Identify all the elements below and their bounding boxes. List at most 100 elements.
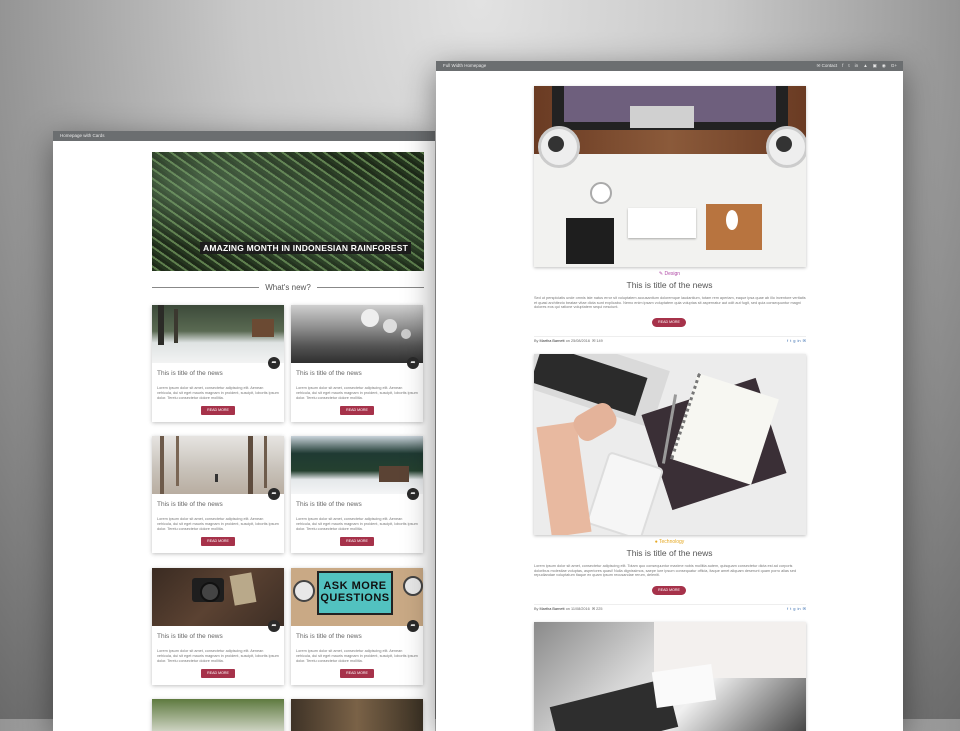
instagram-icon[interactable]: ▣	[873, 61, 877, 71]
read-more-button[interactable]: READ MORE	[340, 669, 374, 678]
topbar-links: ✉ Contact f t in ▲ ▣ ◉ G+	[817, 61, 897, 71]
twitter-icon[interactable]: t	[848, 61, 849, 71]
hero-banner[interactable]: AMAZING MONTH IN INDONESIAN RAINFOREST	[152, 152, 424, 271]
card-title[interactable]: This is title of the news	[296, 633, 423, 640]
homepage-cards-window: Homepage with Cards AMAZING MONTH IN IND…	[53, 131, 435, 731]
card-image[interactable]: ➦	[291, 436, 423, 500]
contact-link-label[interactable]: Contact	[822, 63, 838, 68]
card-text: Lorem ipsum dolor sit amet, consectetur …	[296, 386, 418, 400]
post-meta: By Martha Barnett on 11/08/2016 ✉ 225 f …	[534, 604, 806, 613]
card-image[interactable]	[291, 699, 423, 731]
twitter-icon[interactable]: t	[790, 337, 791, 345]
divider	[316, 286, 425, 288]
share-icon[interactable]: ➦	[407, 620, 419, 632]
card-title[interactable]: This is title of the news	[157, 633, 284, 640]
news-card[interactable]: ➦ This is title of the news Lorem ipsum …	[152, 436, 284, 553]
linkedin-icon[interactable]: in	[798, 605, 801, 613]
twitter-icon[interactable]: t	[790, 605, 791, 613]
card-image[interactable]: ➦	[152, 305, 284, 369]
card-text: Lorem ipsum dolor sit amet, consectetur …	[157, 386, 279, 400]
news-card[interactable]: ➦ This is title of the news Lorem ipsum …	[152, 305, 284, 422]
read-more-button[interactable]: READ MORE	[201, 406, 235, 415]
share-icon[interactable]: ➦	[407, 357, 419, 369]
card-title[interactable]: This is title of the news	[296, 370, 423, 377]
post-image[interactable]	[534, 86, 806, 267]
linkedin-icon[interactable]: in	[855, 61, 859, 71]
news-card[interactable]: ➦ This is title of the news Lorem ipsum …	[291, 436, 423, 553]
email-icon[interactable]: ✉	[803, 337, 806, 345]
facebook-icon[interactable]: f	[842, 61, 843, 71]
post-image[interactable]	[534, 354, 806, 535]
read-more-button[interactable]: READ MORE	[201, 669, 235, 678]
share-links: f t g in ✉	[787, 337, 806, 345]
card-image[interactable]: ➦	[152, 436, 284, 500]
post-image[interactable]	[534, 622, 806, 731]
post-date: 25/08/2016	[570, 339, 590, 343]
read-more-button[interactable]: READ MORE	[340, 406, 374, 415]
news-card[interactable]: ➦ This is title of the news Lorem ipsum …	[291, 305, 423, 422]
share-icon[interactable]: ➦	[268, 488, 280, 500]
card-image[interactable]	[152, 699, 284, 731]
card-image[interactable]: ➦	[291, 305, 423, 369]
comment-count[interactable]: 225	[596, 607, 602, 611]
read-more-button[interactable]: READ MORE	[652, 586, 686, 595]
post-date: 11/08/2016	[570, 607, 590, 611]
comments-icon: ✉	[592, 339, 596, 343]
google-plus-icon[interactable]: g	[793, 605, 795, 613]
google-plus-icon[interactable]: G+	[891, 61, 897, 71]
hero-caption: AMAZING MONTH IN INDONESIAN RAINFOREST	[200, 242, 411, 254]
share-icon[interactable]: ➦	[268, 620, 280, 632]
share-links: f t g in ✉	[787, 605, 806, 613]
post-date-prefix: on	[565, 339, 570, 343]
post-author[interactable]: Martha Barnett	[540, 607, 565, 611]
post-category[interactable]: ✎ Design	[436, 271, 903, 277]
card-title[interactable]: This is title of the news	[157, 501, 284, 508]
card-text: Lorem ipsum dolor sit amet, consectetur …	[296, 517, 418, 531]
contact-link[interactable]: ✉ Contact	[817, 61, 838, 71]
post-author-prefix: By	[534, 339, 539, 343]
linkedin-icon[interactable]: in	[798, 337, 801, 345]
news-card[interactable]	[291, 699, 423, 731]
post-category-label[interactable]: Design	[665, 271, 681, 277]
card-title[interactable]: This is title of the news	[157, 370, 284, 377]
card-image[interactable]: ➦	[152, 568, 284, 632]
window-title: Full Width Homepage	[443, 63, 487, 68]
read-more-button[interactable]: READ MORE	[652, 318, 686, 327]
section-heading: What's new?	[152, 281, 425, 293]
card-image[interactable]: ASK MORE QUESTIONS ➦	[291, 568, 423, 632]
divider	[152, 286, 260, 288]
post-date-prefix: on	[565, 607, 570, 611]
news-card[interactable]: ➦ This is title of the news Lorem ipsum …	[152, 568, 284, 685]
snapchat-icon[interactable]: ▲	[863, 61, 867, 71]
news-card[interactable]	[152, 699, 284, 731]
facebook-icon[interactable]: f	[787, 337, 788, 345]
full-width-homepage-window: Full Width Homepage ✉ Contact f t in ▲ ▣…	[436, 61, 903, 731]
share-icon[interactable]: ➦	[268, 357, 280, 369]
window-titlebar: Homepage with Cards	[53, 131, 435, 141]
share-icon[interactable]: ➦	[407, 488, 419, 500]
news-card[interactable]: ASK MORE QUESTIONS ➦ This is title of th…	[291, 568, 423, 685]
post-category[interactable]: ● Technology	[436, 539, 903, 545]
post-title[interactable]: This is title of the news	[436, 548, 903, 558]
dribbble-icon[interactable]: ◉	[882, 61, 886, 71]
post-author-prefix: By	[534, 607, 539, 611]
read-more-button[interactable]: READ MORE	[201, 537, 235, 546]
post-author[interactable]: Martha Barnett	[540, 339, 565, 343]
facebook-icon[interactable]: f	[787, 605, 788, 613]
comment-count[interactable]: 149	[596, 339, 602, 343]
google-plus-icon[interactable]: g	[793, 337, 795, 345]
email-icon[interactable]: ✉	[803, 605, 806, 613]
post-excerpt: Sed ut perspiciatis unde omnis iste natu…	[534, 296, 806, 310]
post-meta: By Martha Barnett on 25/08/2016 ✉ 149 f …	[534, 336, 806, 345]
post-excerpt: Lorem ipsum dolor sit amet, consectetur …	[534, 564, 797, 578]
read-more-button[interactable]: READ MORE	[340, 537, 374, 546]
card-text: Lorem ipsum dolor sit amet, consectetur …	[157, 649, 279, 663]
post-title[interactable]: This is title of the news	[436, 280, 903, 290]
card-title[interactable]: This is title of the news	[296, 501, 423, 508]
card-text: Lorem ipsum dolor sit amet, consectetur …	[296, 649, 418, 663]
window-titlebar: Full Width Homepage ✉ Contact f t in ▲ ▣…	[436, 61, 903, 71]
comments-icon: ✉	[591, 607, 596, 611]
card-sign: ASK MORE QUESTIONS	[317, 571, 393, 615]
post-category-label[interactable]: Technology	[659, 539, 684, 545]
card-text: Lorem ipsum dolor sit amet, consectetur …	[157, 517, 279, 531]
